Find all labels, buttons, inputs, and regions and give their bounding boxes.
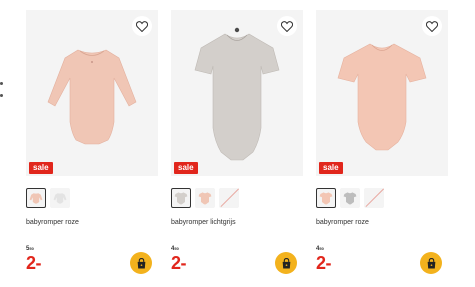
sale-badge: sale [29,162,53,174]
original-price: 450 [171,246,179,252]
original-price-cents: 50 [319,246,324,251]
original-price-cents: 50 [174,246,179,251]
original-price: 550 [26,246,34,252]
color-swatch-light-grey[interactable] [171,188,191,208]
unavailable-slash [220,188,239,208]
shopping-bag-icon [137,257,145,268]
heart-outline-icon [136,20,148,32]
swatch-thumbnail [29,193,43,204]
favorite-button[interactable] [132,16,152,36]
original-price-cents: 50 [29,246,34,251]
product-card[interactable]: sale babyromper roze 450 2- [316,10,448,280]
sale-price: 2- [316,253,332,273]
product-image[interactable]: sale [316,10,448,176]
color-swatches [316,188,384,210]
sale-badge: sale [174,162,198,174]
favorite-button[interactable] [277,16,297,36]
color-swatch-white[interactable] [50,188,70,208]
product-card[interactable]: sale babyromper lichtgrijs 450 2- [171,10,303,280]
product-image[interactable]: sale [171,10,303,176]
original-price: 450 [316,246,324,252]
add-to-cart-button[interactable] [275,252,297,274]
color-swatches [171,188,239,210]
sale-badge: sale [319,162,343,174]
color-swatch-pink[interactable] [26,188,46,208]
product-name[interactable]: babyromper roze [316,219,369,226]
color-swatch-grey[interactable] [340,188,360,208]
add-to-cart-button[interactable] [420,252,442,274]
color-swatches [26,188,70,210]
product-name[interactable]: babyromper lichtgrijs [171,219,236,226]
unavailable-slash [365,188,384,208]
sale-price: 2- [26,253,42,273]
swatch-thumbnail [174,192,188,205]
color-swatch-pink[interactable] [195,188,215,208]
heart-outline-icon [426,20,438,32]
shopping-bag-icon [427,257,435,268]
product-card[interactable]: sale babyromper roze 550 2- [26,10,158,280]
swatch-thumbnail [53,193,67,204]
heart-outline-icon [281,20,293,32]
shopping-bag-icon [282,257,290,268]
swatch-thumbnail [198,192,212,205]
sale-price: 2- [171,253,187,273]
edge-dot [0,82,3,85]
edge-dot [0,94,3,97]
favorite-button[interactable] [422,16,442,36]
add-to-cart-button[interactable] [130,252,152,274]
color-swatch-pink[interactable] [316,188,336,208]
color-swatch-unavailable[interactable] [219,188,239,208]
swatch-thumbnail [319,192,333,205]
color-swatch-unavailable[interactable] [364,188,384,208]
swatch-thumbnail [343,192,357,205]
product-image[interactable]: sale [26,10,158,176]
product-name[interactable]: babyromper roze [26,219,79,226]
